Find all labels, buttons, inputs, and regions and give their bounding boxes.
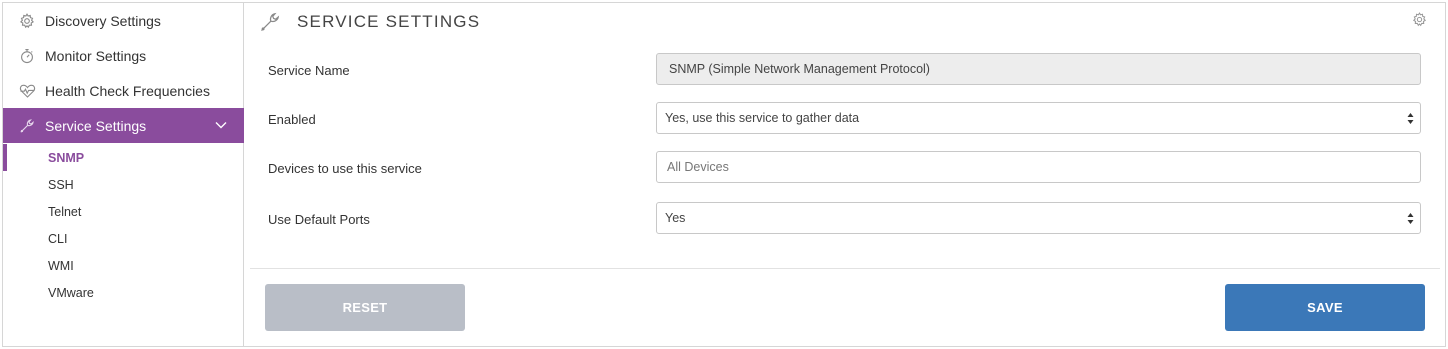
sidebar-item-discovery-settings[interactable]: Discovery Settings (3, 3, 244, 38)
main-panel: SERVICE SETTINGS Service Name SNMP (Simp… (245, 3, 1445, 346)
wrench-icon (18, 117, 36, 135)
default-ports-label: Use Default Ports (268, 212, 370, 227)
sidebar: Discovery Settings Monitor Settings Heal… (3, 3, 244, 346)
page-title: SERVICE SETTINGS (297, 12, 481, 31)
service-name-value: SNMP (Simple Network Management Protocol… (669, 62, 930, 76)
save-button[interactable]: SAVE (1225, 284, 1425, 331)
enabled-value: Yes, use this service to gather data (665, 111, 860, 125)
devices-input[interactable] (667, 160, 1420, 174)
chevron-down-icon[interactable] (214, 118, 228, 132)
enabled-label: Enabled (268, 112, 316, 127)
service-name-label: Service Name (268, 63, 350, 78)
app-frame: Discovery Settings Monitor Settings Heal… (2, 2, 1446, 347)
submenu-item-wmi[interactable]: WMI (3, 252, 244, 279)
enabled-select[interactable]: Yes, use this service to gather data (656, 102, 1421, 134)
submenu-item-telnet[interactable]: Telnet (3, 198, 244, 225)
sidebar-item-label: Health Check Frequencies (45, 82, 210, 99)
default-ports-value: Yes (665, 211, 686, 225)
reset-button[interactable]: RESET (265, 284, 465, 331)
submenu-item-cli[interactable]: CLI (3, 225, 244, 252)
devices-label: Devices to use this service (268, 161, 422, 176)
service-name-field: SNMP (Simple Network Management Protocol… (656, 53, 1421, 85)
stopwatch-icon (18, 47, 36, 65)
gear-icon (18, 12, 36, 30)
sidebar-item-label: Monitor Settings (45, 47, 147, 64)
sidebar-item-health-check-frequencies[interactable]: Health Check Frequencies (3, 73, 244, 108)
heartbeat-icon (18, 82, 36, 100)
sidebar-item-label: Service Settings (45, 117, 147, 134)
submenu-item-ssh[interactable]: SSH (3, 171, 244, 198)
sidebar-item-service-settings[interactable]: Service Settings (3, 108, 244, 143)
select-arrows-icon (1407, 212, 1414, 225)
sidebar-item-monitor-settings[interactable]: Monitor Settings (3, 38, 244, 73)
submenu-item-vmware[interactable]: VMware (3, 279, 244, 306)
service-submenu: SNMP SSH Telnet CLI WMI VMware (3, 144, 244, 306)
panel-header: SERVICE SETTINGS (259, 11, 480, 33)
wrench-icon (259, 11, 281, 33)
gear-icon[interactable] (1412, 12, 1427, 27)
select-arrows-icon (1407, 112, 1414, 125)
devices-field[interactable] (656, 151, 1421, 183)
divider (250, 268, 1440, 269)
default-ports-select[interactable]: Yes (656, 202, 1421, 234)
sidebar-item-label: Discovery Settings (45, 12, 161, 29)
submenu-item-snmp[interactable]: SNMP (3, 144, 244, 171)
